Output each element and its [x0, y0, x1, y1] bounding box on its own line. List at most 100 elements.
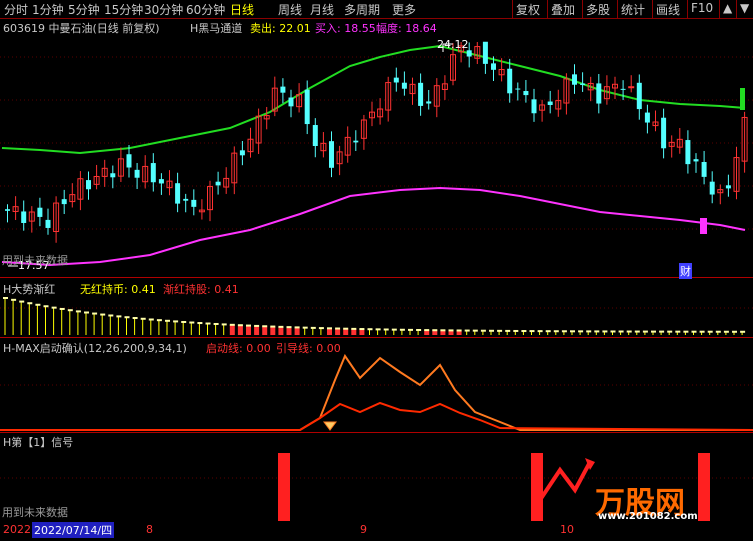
candle-body-down	[215, 181, 221, 186]
panel2-signal-marker	[323, 421, 337, 431]
candle-body-down	[61, 199, 67, 205]
panel1-cap	[440, 329, 446, 332]
panel1-cap	[132, 317, 138, 320]
panel1-bar-red	[246, 325, 251, 335]
panel1-cap	[375, 328, 381, 331]
candle-body-down	[531, 99, 537, 114]
panel1-cap	[19, 300, 25, 303]
candle-body-down	[685, 140, 691, 165]
panel1-cap	[699, 330, 705, 333]
panel1-cap	[497, 329, 503, 332]
grid-lines	[0, 56, 753, 479]
date-axis-year: 2022	[3, 523, 31, 536]
candle-body-down	[150, 163, 156, 183]
candle-body-down	[312, 125, 318, 147]
panel1-cap	[327, 327, 332, 330]
future-data-note: 用到未来数据	[2, 254, 68, 267]
candlesticks	[5, 41, 748, 243]
candle-body-down	[86, 180, 91, 190]
panel1-cap	[51, 306, 57, 309]
candle-body-down	[709, 181, 715, 195]
candle-body-down	[288, 97, 294, 107]
panel1-cap	[529, 330, 535, 333]
panel1-title[interactable]: H大势渐红	[3, 281, 55, 297]
panel1-cap	[286, 326, 292, 329]
panel1-cap	[156, 319, 162, 322]
panel1-cap	[75, 310, 81, 313]
panel1-cap	[667, 330, 673, 333]
panel1-cap	[11, 298, 17, 301]
panel3-future-note: 用到未来数据	[2, 506, 68, 519]
panel1-cap	[602, 330, 608, 333]
candle-body-down	[580, 83, 586, 85]
panel1-cap	[651, 330, 656, 333]
upper-band-line	[1, 44, 746, 155]
panel1-cap	[351, 327, 357, 330]
candle-body-down	[482, 41, 488, 64]
candle-body-down	[572, 74, 577, 85]
candle-body-down	[620, 88, 626, 90]
candle-body-down	[37, 207, 43, 217]
panel1-cap	[205, 322, 211, 325]
panel1-cap	[189, 321, 195, 324]
panel1-cap	[229, 323, 235, 326]
signal-bar	[531, 453, 543, 521]
candle-body-down	[191, 199, 197, 207]
candle-body-down	[353, 140, 359, 143]
candle-body-down	[693, 159, 699, 162]
panel1-bar-red	[294, 327, 300, 335]
panel1-cap	[116, 315, 122, 318]
date-axis: 2022 2022/07/14/四 8 9 10	[0, 521, 753, 541]
panel1-cap	[626, 330, 632, 333]
panel1-cap	[237, 324, 243, 327]
panel1-cap	[448, 329, 454, 332]
candle-body-down	[596, 83, 602, 104]
candle-body-down	[21, 211, 27, 223]
watermark	[538, 458, 595, 502]
panel1-cap	[659, 330, 665, 333]
candle-body-down	[126, 154, 132, 168]
month-label-9: 9	[360, 523, 367, 536]
panel2-line2: 引导线: 0.00	[276, 342, 341, 355]
panel1-cap	[683, 330, 689, 333]
panel2-line1: 启动线: 0.00	[206, 342, 271, 355]
panel2-title[interactable]: H-MAX启动确认(12,26,200,9,34,1)	[3, 340, 187, 356]
panel1-cap	[545, 330, 551, 333]
panel1-cap	[505, 329, 511, 332]
candle-body-down	[426, 101, 432, 104]
panel1-cap	[318, 327, 324, 330]
panel1-cap	[432, 329, 438, 332]
signal-bar	[698, 453, 710, 521]
candle-body-down	[491, 63, 496, 70]
finance-badge[interactable]: 财	[679, 263, 692, 279]
panel1-cap	[578, 330, 584, 333]
panel1-cap	[480, 329, 486, 332]
panel3-title[interactable]: H第【1】信号	[3, 434, 73, 450]
candle-body-down	[5, 209, 10, 211]
candle-body-down	[644, 112, 650, 123]
month-label-8: 8	[146, 523, 153, 536]
panel1-bar-red	[229, 324, 235, 335]
panel1-cap	[707, 330, 713, 333]
candle-body-down	[183, 198, 189, 201]
panel1-cap	[335, 327, 341, 330]
panel1-cap	[246, 324, 251, 327]
candle-body-down	[45, 219, 51, 228]
panel1-cap	[642, 330, 648, 333]
candle-body-down	[418, 82, 424, 106]
high-price-label: 24.12	[437, 38, 469, 51]
panel1-cap	[278, 325, 284, 328]
panel1-cap	[456, 329, 462, 332]
panel1-cap	[108, 314, 114, 317]
panel1-cap	[521, 330, 527, 333]
kline-chart-area[interactable]	[0, 0, 753, 521]
lower-band-line	[1, 186, 746, 267]
candle-body-down	[110, 173, 116, 178]
panel-separator-1	[0, 277, 753, 278]
panel1-cap	[35, 303, 41, 306]
panel1-bar-red	[237, 325, 243, 335]
panel1-cap	[100, 313, 106, 316]
panel1-cap	[3, 297, 8, 299]
candle-marker-low	[700, 218, 707, 234]
panel2-start-line	[0, 401, 753, 431]
